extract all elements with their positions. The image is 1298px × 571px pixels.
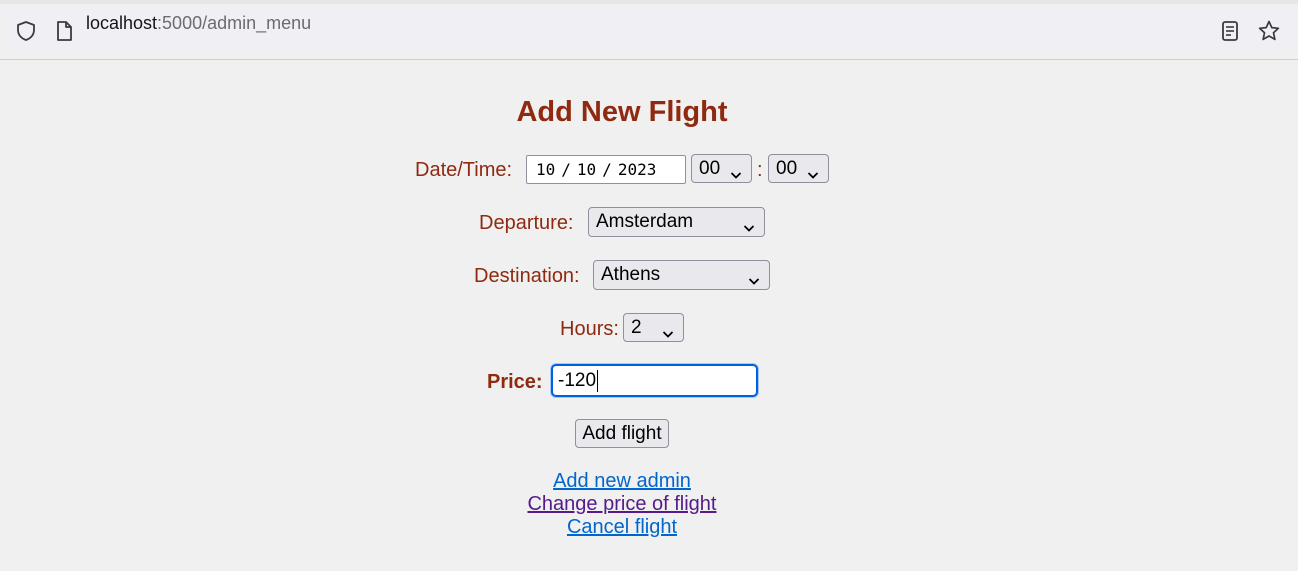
date-input[interactable]: 10 / 10 / 2023 (526, 155, 686, 184)
minute-select[interactable]: 00 (768, 154, 829, 183)
add-flight-button[interactable]: Add flight (575, 419, 669, 448)
date-day[interactable]: 10 (577, 160, 596, 179)
hour-value: 00 (699, 157, 721, 179)
minute-value: 00 (776, 157, 798, 179)
date-year[interactable]: 2023 (618, 160, 657, 179)
price-label: Price: (487, 371, 543, 393)
bookmark-star-icon[interactable] (1257, 19, 1281, 43)
page-title: Add New Flight (516, 96, 728, 128)
url-text[interactable]: localhost:5000/admin_menu (86, 12, 311, 34)
cancel-flight-link[interactable]: Cancel flight (0, 516, 1244, 539)
departure-label: Departure: (479, 212, 574, 234)
time-separator: : (757, 159, 763, 181)
change-price-link[interactable]: Change price of flight (0, 493, 1244, 516)
destination-value: Athens (601, 264, 661, 285)
chevron-down-icon (662, 323, 674, 345)
price-input[interactable]: -120 (551, 364, 758, 397)
chevron-down-icon (743, 217, 755, 239)
chevron-down-icon (807, 164, 819, 186)
toolbar-divider (0, 59, 1298, 60)
url-host: localhost (86, 13, 158, 33)
chevron-down-icon (748, 270, 760, 292)
hours-value: 2 (631, 316, 642, 338)
chevron-down-icon (730, 164, 742, 186)
datetime-label: Date/Time: (415, 159, 513, 181)
shield-icon[interactable] (14, 19, 38, 43)
departure-value: Amsterdam (596, 211, 694, 232)
date-separator: / (602, 160, 612, 179)
reader-view-icon[interactable] (1218, 19, 1242, 43)
text-caret (597, 369, 599, 392)
price-value: -120 (558, 369, 597, 391)
date-separator: / (561, 160, 571, 179)
hours-label: Hours: (560, 318, 619, 340)
hours-select[interactable]: 2 (623, 313, 684, 342)
page-icon[interactable] (52, 19, 76, 43)
destination-select[interactable]: Athens (593, 260, 770, 290)
url-path: :5000/admin_menu (157, 13, 312, 33)
browser-top-strip (0, 0, 1298, 4)
destination-label: Destination: (474, 265, 580, 287)
add-new-admin-link[interactable]: Add new admin (0, 470, 1244, 493)
hour-select[interactable]: 00 (691, 154, 752, 183)
date-month[interactable]: 10 (536, 160, 555, 179)
departure-select[interactable]: Amsterdam (588, 207, 765, 237)
